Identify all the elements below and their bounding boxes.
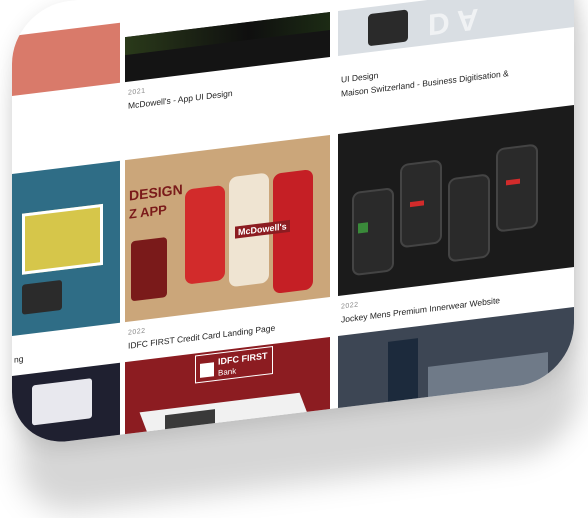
- project-title[interactable]: UI Design: [341, 70, 378, 86]
- project-thumb-coral[interactable]: [12, 22, 120, 98]
- tile-design-text: DESIGN: [129, 181, 183, 204]
- project-year: 2022: [128, 327, 146, 337]
- bank-logo-icon: [200, 362, 214, 378]
- project-thumb-gray[interactable]: D A: [338, 0, 574, 56]
- tile-app-text: Z APP: [129, 201, 167, 222]
- project-thumb-navy[interactable]: [12, 362, 120, 448]
- project-year: 2022: [341, 301, 359, 311]
- bank-logo-text: IDFC FIRST: [218, 350, 268, 367]
- project-title-partial[interactable]: ng: [14, 354, 23, 366]
- tile-big-letters: D A: [428, 1, 479, 41]
- bank-logo-sub: Bank: [218, 366, 237, 378]
- portfolio-card: D A 2021 McDowell's - App UI Design UI D…: [12, 0, 574, 448]
- project-thumb-teal[interactable]: [12, 160, 120, 338]
- project-thumb-dark-app[interactable]: [338, 104, 574, 296]
- portfolio-grid: D A 2021 McDowell's - App UI Design UI D…: [12, 0, 574, 448]
- project-thumb-dark[interactable]: [125, 11, 330, 83]
- project-year: 2021: [128, 87, 146, 97]
- bank-logo-box: IDFC FIRST Bank: [195, 345, 273, 384]
- project-thumb-mcdowells[interactable]: DESIGN Z APP McDowell's: [125, 134, 330, 323]
